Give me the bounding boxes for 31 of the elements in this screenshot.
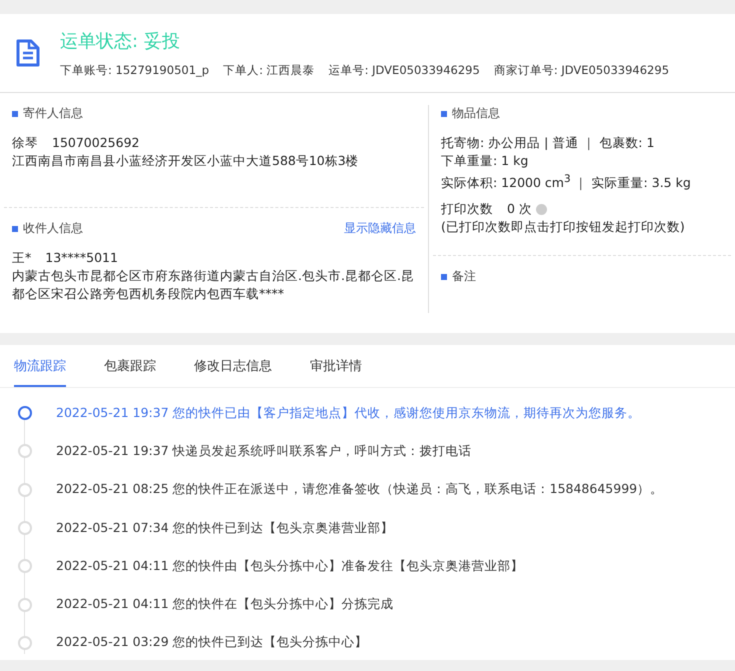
tab[interactable]: 审批详情 [310,345,362,387]
tracking-event: 2022-05-21 19:37 您的快件已由【客户指定地点】代收，感谢您使用京东物流，期待再次为您服务。 [56,404,641,422]
goods-detail: 实际体积: 12000 cm$^{3}$ ｜ 实际重量: 3.5 kg [441,172,692,192]
tab[interactable]: 修改日志信息 [194,345,272,387]
section-title: 备注 [441,268,476,285]
print-count: 打印次数 0 次 [441,200,723,218]
section-title: 收件人信息 [12,220,83,237]
goods-detail: 下单重量: 1 kg [441,152,530,170]
tracking-event: 2022-05-21 07:34 您的快件已到达【包头京奥港营业部】 [56,520,394,537]
order-meta: 运单号: JDVE05033946295 [328,62,480,78]
section-title: 物品信息 [441,105,500,122]
tracking-event: 2022-05-21 04:11 您的快件由【包头分拣中心】准备发往【包头京奥港营业部】 [56,558,524,575]
goods-detail: 托寄物: 办公用品 | 普通 ｜ 包裹数: 1 [441,134,656,152]
print-note: (已打印次数即点击打印按钮发起打印次数) [441,218,686,236]
receiver-address: 内蒙古包头市昆都仑区市府东路街道内蒙古自治区.包头市.昆都仑区.昆都仑区宋召公路旁包西机务段院内包西车载**** [12,267,415,303]
waybill-status: 运单状态: 妥投 [60,30,181,52]
order-meta: 下单人: 江西晨泰 [223,62,315,78]
sender-contact: 徐琴 15070025692 [12,134,140,152]
order-meta: 商家订单号: JDVE05033946295 [494,62,670,78]
tracking-event: 2022-05-21 19:37 快递员发起系统呼叫联系客户，呼叫方式：拨打电话 [56,442,472,460]
order-meta: 下单账号: 15279190501_p [60,62,210,78]
section-title: 寄件人信息 [12,105,83,122]
document-icon [14,38,42,68]
tab[interactable]: 物流跟踪 [14,345,66,387]
tracking-event: 2022-05-21 03:29 您的快件已到达【包头分拣中心】 [56,634,368,652]
tracking-event: 2022-05-21 08:25 您的快件正在派送中，请您准备签收（快递员：高飞，联系电话：15848645999）。 [56,481,664,498]
tracking-event: 2022-05-21 04:11 您的快件在【包头分拣中心】分拣完成 [56,596,394,614]
show-hidden-link[interactable]: 显示隐藏信息 [344,220,416,237]
tab[interactable]: 包裹跟踪 [104,345,156,387]
receiver-contact: 王* 13****5011 [12,249,119,267]
sender-address: 江西南昌市南昌县小蓝经济开发区小蓝中大道588号10栋3楼 [12,152,360,170]
